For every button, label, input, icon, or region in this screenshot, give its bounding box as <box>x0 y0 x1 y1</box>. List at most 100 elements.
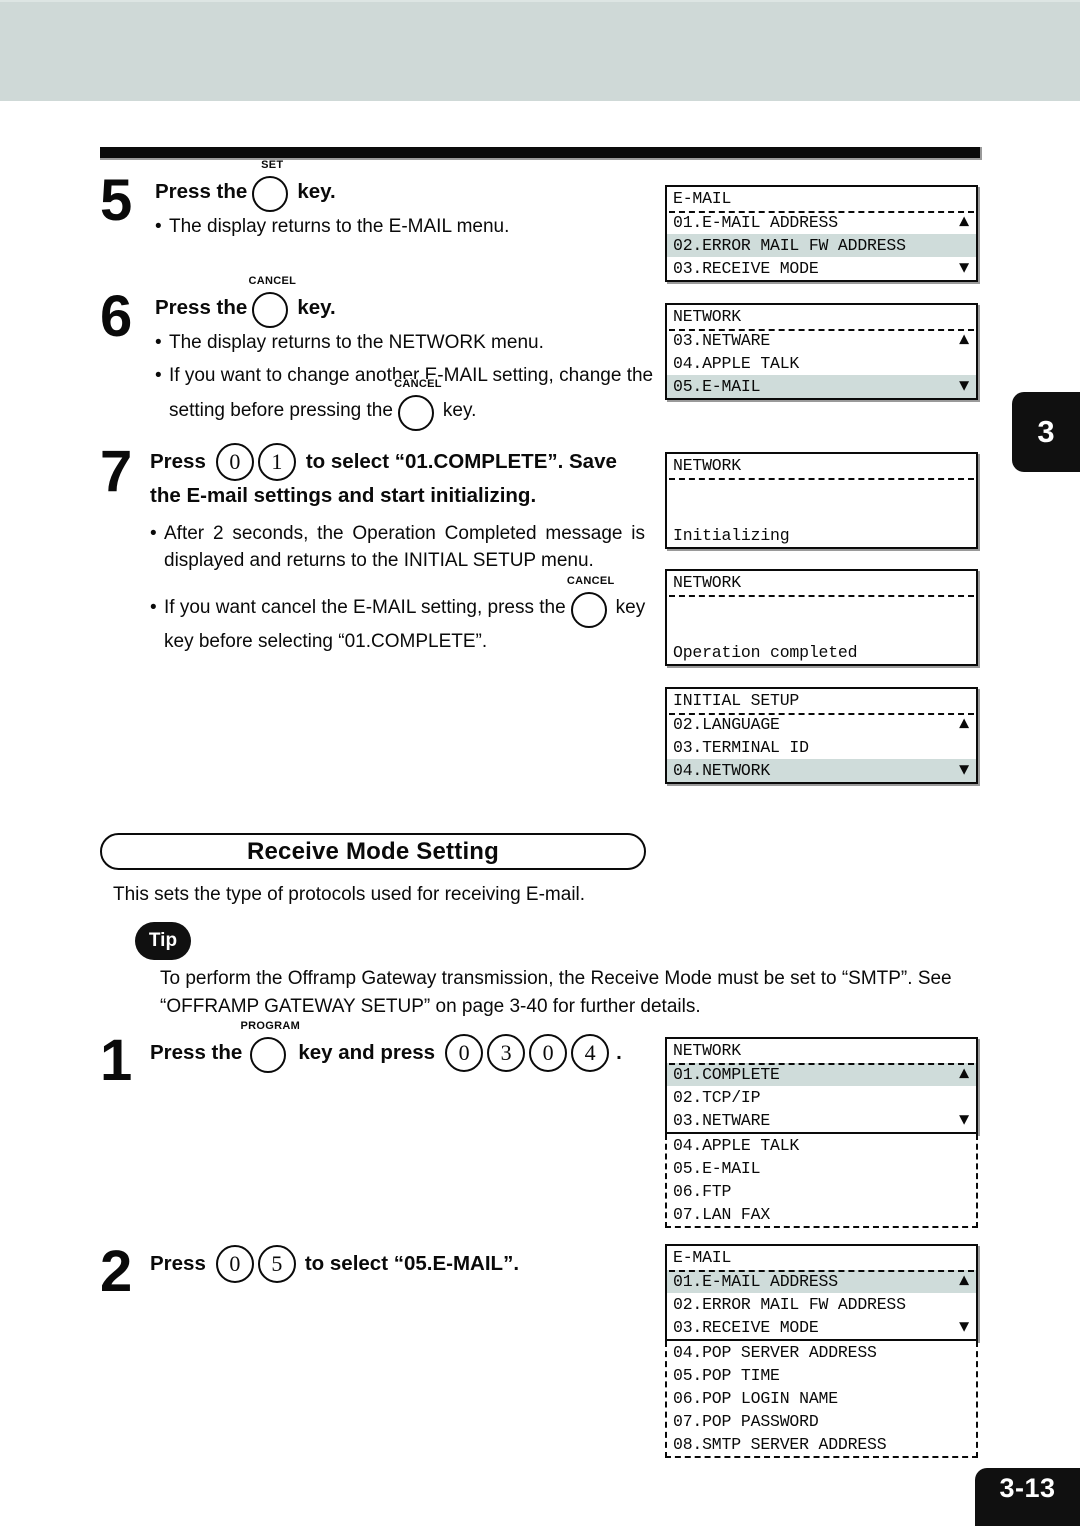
lcd-menu-item[interactable]: 06.FTP <box>667 1180 976 1203</box>
lcd-menu-item[interactable]: 04.APPLE TALK <box>667 352 976 375</box>
lcd-menu-item[interactable]: 02.LANGUAGE ▲ <box>667 713 976 736</box>
scroll-down-arrow-icon[interactable]: ▼ <box>959 378 969 395</box>
step-1-number: 1 <box>100 1028 133 1093</box>
lcd-menu-item[interactable]: 02.TCP/IP <box>667 1086 976 1109</box>
scroll-up-arrow-icon[interactable]: ▲ <box>959 1273 969 1290</box>
numeric-key-0-2[interactable]: 0 <box>529 1034 568 1072</box>
lcd-menu-item[interactable]: 04.NETWORK ▼ <box>667 759 976 782</box>
step-5-head-post: key. <box>297 180 336 203</box>
step-1: 1 Press the PROGRAM key and press 0 3 0 … <box>100 1021 670 1090</box>
scroll-up-arrow-icon[interactable]: ▲ <box>959 716 969 733</box>
step-2-number: 2 <box>100 1239 133 1304</box>
lcd-header-separator <box>669 1270 974 1272</box>
scroll-down-arrow-icon[interactable]: ▼ <box>959 260 969 277</box>
page-title: Receive Mode Setting <box>246 837 500 865</box>
bullet-text: After 2 seconds, the Operation Completed… <box>164 523 645 571</box>
program-key-icon[interactable]: PROGRAM <box>236 1021 305 1073</box>
chapter-tab: 3 <box>1012 392 1080 472</box>
key-circle <box>252 176 289 212</box>
section-divider-rule <box>100 147 982 160</box>
cancel-key-icon[interactable]: CANCEL <box>246 276 299 328</box>
step-1-head-pre: Press the <box>150 1041 243 1064</box>
lcd-menu-item[interactable]: Operation completed <box>667 641 976 664</box>
lcd-panel-network-menu-1: NETWORK 03.NETWARE ▲ 04.APPLE TALK 05.E-MAIL… <box>665 303 978 400</box>
lcd-title: NETWORK <box>673 307 741 326</box>
scroll-down-arrow-icon[interactable]: ▼ <box>959 1319 969 1336</box>
bullet-text: The display returns to the E-MAIL menu. <box>169 216 510 237</box>
numeric-key-0[interactable]: 0 <box>215 1245 254 1283</box>
lcd-title: INITIAL SETUP <box>673 691 800 710</box>
lcd-title: NETWORK <box>673 573 741 592</box>
lcd-menu-item[interactable]: Initializing <box>667 524 976 547</box>
set-key-icon[interactable]: SET <box>246 160 299 212</box>
numeric-key-3[interactable]: 3 <box>487 1034 526 1072</box>
lcd-header-separator <box>669 329 974 331</box>
bullet-dot: • <box>155 332 162 353</box>
set-key-label: SET <box>246 160 299 171</box>
lcd-menu-item[interactable]: 04.POP SERVER ADDRESS <box>667 1341 976 1364</box>
numeric-key-0[interactable]: 0 <box>215 443 254 481</box>
scroll-up-arrow-icon[interactable]: ▲ <box>959 1066 969 1083</box>
lcd-menu-item[interactable]: 01.COMPLETE ▲ <box>667 1063 976 1086</box>
step-5-number: 5 <box>100 168 133 233</box>
scroll-up-arrow-icon[interactable]: ▲ <box>959 332 969 349</box>
lcd-hidden-items-list: 04.APPLE TALK 05.E-MAIL 06.FTP 07.LAN FAX <box>665 1134 978 1228</box>
lcd-menu-item[interactable]: 05.POP TIME <box>667 1364 976 1387</box>
lcd-menu-item[interactable]: 06.POP LOGIN NAME <box>667 1387 976 1410</box>
lcd-title: E-MAIL <box>673 189 732 208</box>
lcd-menu-item[interactable]: 07.LAN FAX <box>667 1203 976 1226</box>
lcd-menu-item[interactable]: 08.SMTP SERVER ADDRESS <box>667 1433 976 1456</box>
numeric-key-4[interactable]: 4 <box>571 1034 610 1072</box>
scroll-up-arrow-icon[interactable]: ▲ <box>959 214 969 231</box>
lcd-menu-item[interactable]: 03.RECEIVE MODE ▼ <box>667 1316 976 1339</box>
lcd-menu-item[interactable]: 05.E-MAIL <box>667 1157 976 1180</box>
lcd-menu-item[interactable]: 02.ERROR MAIL FW ADDRESS <box>667 1293 976 1316</box>
lcd-menu-item[interactable]: 03.TERMINAL ID <box>667 736 976 759</box>
lcd-panel-email-menu-2: E-MAIL 01.E-MAIL ADDRESS ▲ 02.ERROR MAIL FW… <box>665 1244 978 1458</box>
cancel-key-icon[interactable]: CANCEL <box>391 379 444 431</box>
scroll-down-arrow-icon[interactable]: ▼ <box>959 762 969 779</box>
lcd-menu-item[interactable]: 01.E-MAIL ADDRESS ▲ <box>667 1270 976 1293</box>
bullet-dot: • <box>150 523 157 544</box>
numeric-key-5[interactable]: 5 <box>257 1245 296 1283</box>
key-circle <box>570 592 607 628</box>
section-description: This sets the type of protocols used for… <box>113 884 586 905</box>
bullet-text: The display returns to the NETWORK menu. <box>169 332 544 353</box>
lcd-menu-item[interactable]: 04.APPLE TALK <box>667 1134 976 1157</box>
numeric-key-0[interactable]: 0 <box>445 1034 484 1072</box>
bullet-item-continued: key before selecting “01.COMPLETE”. <box>164 628 665 655</box>
section-title-pill: Receive Mode Setting <box>100 833 646 870</box>
lcd-blank-row <box>667 501 976 524</box>
step-1-heading: Press the PROGRAM key and press 0 3 0 4 … <box>150 1021 670 1074</box>
numeric-key-1[interactable]: 1 <box>257 443 296 481</box>
lcd-menu-item[interactable]: 03.RECEIVE MODE ▼ <box>667 257 976 280</box>
lcd-menu-item[interactable]: 01.E-MAIL ADDRESS ▲ <box>667 211 976 234</box>
lcd-panel-email-menu-1: E-MAIL 01.E-MAIL ADDRESS ▲ 02.ERROR MAIL FW… <box>665 185 978 282</box>
lcd-menu-item[interactable]: 07.POP PASSWORD <box>667 1410 976 1433</box>
lcd-screen: NETWORK 03.NETWARE ▲ 04.APPLE TALK 05.E-MAIL… <box>665 303 978 400</box>
step-7-head-pre: Press <box>150 450 206 473</box>
bullet-item: • If you want cancel the E-MAIL setting,… <box>150 576 665 628</box>
tip-badge: Tip <box>135 922 191 960</box>
lcd-panel-network-menu-2: NETWORK 01.COMPLETE ▲ 02.TCP/IP 03.NETWARE ▼ 0… <box>665 1037 978 1228</box>
lcd-panel-network-completed: NETWORK Operation completed <box>665 569 978 666</box>
lcd-screen: E-MAIL 01.E-MAIL ADDRESS ▲ 02.ERROR MAIL FW… <box>665 1244 978 1341</box>
step-6-head-post: key. <box>297 296 336 319</box>
scan-artifact-edge <box>0 0 1080 2</box>
lcd-menu-item[interactable]: 03.NETWARE ▲ <box>667 329 976 352</box>
lcd-title: E-MAIL <box>673 1248 732 1267</box>
bullet-text: If you want cancel the E-MAIL setting, p… <box>164 597 566 618</box>
lcd-panel-network-initializing: NETWORK Initializing <box>665 452 978 549</box>
lcd-menu-item[interactable]: 02.ERROR MAIL FW ADDRESS <box>667 234 976 257</box>
bullet-text-key: key <box>615 597 646 618</box>
cancel-key-label: CANCEL <box>564 576 617 587</box>
cancel-key-icon[interactable]: CANCEL <box>564 576 617 628</box>
lcd-title: NETWORK <box>673 456 741 475</box>
bullet-dot: • <box>155 216 162 237</box>
lcd-header-separator <box>669 478 974 480</box>
scroll-down-arrow-icon[interactable]: ▼ <box>959 1112 969 1129</box>
page-number-tab: 3-13 <box>975 1468 1080 1526</box>
lcd-header-separator <box>669 713 974 715</box>
lcd-menu-item[interactable]: 03.NETWARE ▼ <box>667 1109 976 1132</box>
lcd-menu-item[interactable]: 05.E-MAIL ▼ <box>667 375 976 398</box>
